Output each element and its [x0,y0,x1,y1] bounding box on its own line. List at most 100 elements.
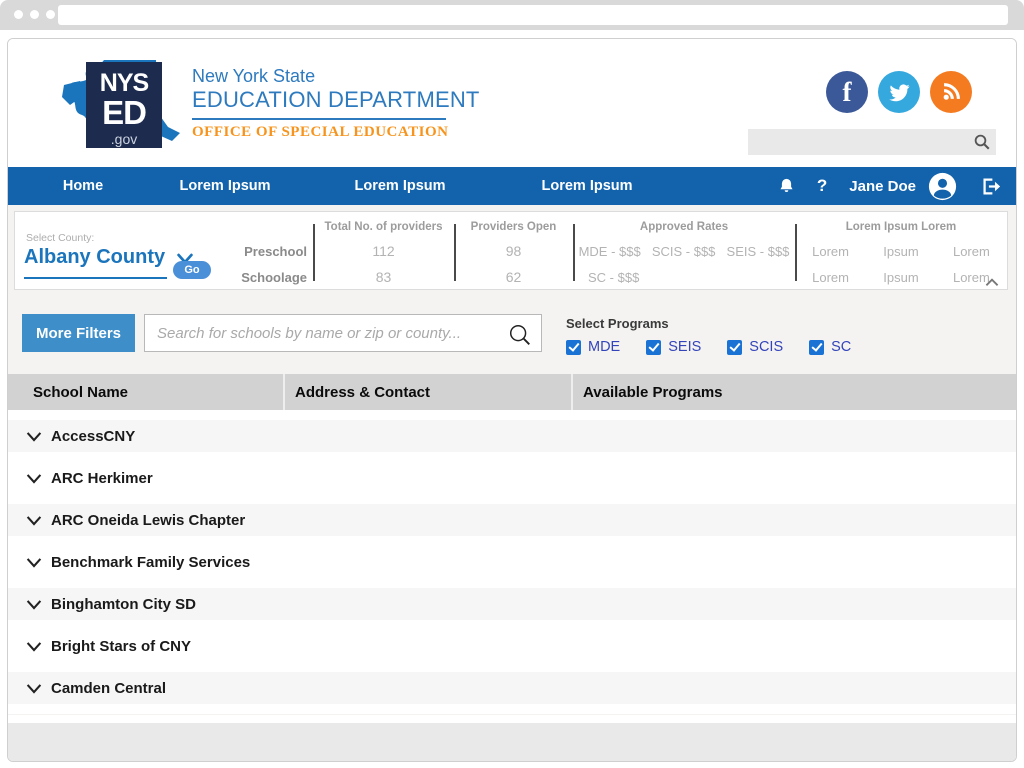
collapse-panel-icon[interactable] [985,278,999,287]
user-avatar-icon[interactable] [928,172,957,201]
help-icon[interactable]: ? [817,176,827,196]
school-search-input[interactable] [157,315,497,351]
navbar-right-cluster: ? Jane Doe [778,167,1002,205]
expand-chevron-icon[interactable] [26,515,42,526]
facebook-icon[interactable]: f [826,71,868,113]
checkbox-checked-icon[interactable] [727,339,743,355]
program-label: MDE [588,339,621,355]
row-label-preschool: Preschool [244,243,307,259]
program-checkbox-mde[interactable]: MDE [566,339,620,355]
brand-line-2: EDUCATION DEPARTMENT [192,87,480,112]
header-search-input[interactable] [754,129,964,155]
rate-scis: SCIS - $$$ [651,243,716,259]
expand-chevron-icon[interactable] [26,641,42,652]
browser-chrome [0,0,1024,30]
more-filters-button[interactable]: More Filters [22,314,135,352]
lorem-cell: Lorem [812,243,849,259]
stat-header-rates: Approved Rates [639,221,729,233]
header-search-box [748,129,996,155]
county-dropdown[interactable]: Albany County [24,246,193,279]
table-row[interactable]: ARC Herkimer [8,462,1016,494]
program-checkbox-sc[interactable]: SC [809,339,851,355]
select-programs-group: Select Programs MDE SEIS SCIS SC [566,316,851,355]
user-name[interactable]: Jane Doe [849,178,916,195]
program-checkbox-scis[interactable]: SCIS [727,339,783,355]
brand-line-3: OFFICE OF SPECIAL EDUCATION [192,124,449,140]
table-row[interactable]: ARC Oneida Lewis Chapter [8,504,1016,536]
lorem-cell: Lorem [812,269,849,285]
school-name: Bright Stars of CNY [51,637,192,655]
filter-bar: More Filters Select Programs MDE [14,314,1008,355]
rate-seis: SEIS - $$$ [726,243,790,259]
window-dot[interactable] [46,10,55,19]
program-checkbox-seis[interactable]: SEIS [646,339,701,355]
brand-divider [192,118,446,120]
nysed-logo[interactable]: NYS ED .gov [58,55,184,155]
stat-value-preschool-total: 112 [372,243,395,259]
column-header-school-name[interactable]: School Name [8,384,283,401]
county-selector-block: Select County: Albany County Go [15,212,237,289]
program-label: SC [831,339,852,355]
expand-chevron-icon[interactable] [26,431,42,442]
stat-col-lorem: Lorem Ipsum Lorem Lorem Ipsum Lorem Lore… [795,212,1007,289]
expand-chevron-icon[interactable] [26,557,42,568]
expand-chevron-icon[interactable] [26,473,42,484]
nav-item-1[interactable]: Lorem Ipsum [179,167,270,205]
checkbox-checked-icon[interactable] [566,339,581,355]
school-name: Benchmark Family Services [51,553,251,571]
logo-text-ed: ED [102,94,147,131]
column-header-address-contact[interactable]: Address & Contact [283,374,571,410]
footer-strip [8,715,1016,761]
lorem-cell: Lorem [952,243,990,259]
stat-value-preschool-open: 98 [505,243,522,259]
column-header-available-programs[interactable]: Available Programs [571,374,1016,410]
program-label: SEIS [668,339,702,355]
school-name: Binghamton City SD [51,595,196,613]
stat-header-lorem: Lorem Ipsum Lorem [845,221,957,233]
table-header-row: School Name Address & Contact Available … [8,374,1016,410]
stat-col-approved-rates: Approved Rates MDE - $$$ SCIS - $$$ SEIS… [573,212,795,289]
table-row[interactable]: AccessCNY [8,420,1016,452]
search-icon[interactable] [507,322,533,348]
program-label: SCIS [749,339,784,355]
checkbox-checked-icon[interactable] [809,339,825,355]
stat-header-open: Providers Open [470,221,557,233]
window-dot[interactable] [14,10,23,19]
table-row[interactable]: Bright Stars of CNY [8,630,1016,662]
window-dot[interactable] [30,10,39,19]
table-row[interactable]: Camden Central [8,672,1016,704]
rss-icon[interactable] [930,71,972,113]
window-control-dots[interactable] [14,10,55,19]
expand-chevron-icon[interactable] [26,599,42,610]
site-header: NYS ED .gov New York State EDUCATION DEP… [8,39,1016,167]
school-name: ARC Herkimer [51,469,153,487]
checkbox-checked-icon[interactable] [646,339,662,355]
rate-mde: MDE - $$$ [578,243,641,259]
county-stats-panel: Select County: Albany County Go Preschoo… [14,211,1008,290]
table-row[interactable]: Benchmark Family Services [8,546,1016,578]
row-label-schoolage: Schoolage [241,269,307,285]
main-content: Select County: Albany County Go Preschoo… [8,205,1016,761]
nav-item-home[interactable]: Home [63,167,103,205]
lorem-cell: Ipsum [883,269,919,285]
nav-item-2[interactable]: Lorem Ipsum [354,167,445,205]
stat-row-labels: Preschool Schoolage [237,212,313,289]
stat-value-schoolage-total: 83 [375,269,392,285]
brand-text: New York State EDUCATION DEPARTMENT OFFI… [192,66,480,141]
twitter-icon[interactable] [878,71,920,113]
search-icon[interactable] [973,133,991,151]
table-row[interactable]: Binghamton City SD [8,588,1016,620]
address-bar[interactable] [58,5,1008,25]
go-button[interactable]: Go [173,261,211,279]
expand-chevron-icon[interactable] [26,683,42,694]
notification-bell-icon[interactable] [778,177,795,195]
select-county-label: Select County: [26,232,95,244]
social-links: f [826,71,972,113]
rate-sc: SC - $$$ [588,269,640,285]
school-name: AccessCNY [51,427,136,445]
logout-icon[interactable] [981,177,1002,196]
county-dropdown-value: Albany County [24,246,166,268]
main-navbar: Home Lorem Ipsum Lorem Ipsum Lorem Ipsum… [8,167,1016,205]
logo-text-nys: NYS [99,69,149,97]
nav-item-3[interactable]: Lorem Ipsum [541,167,632,205]
